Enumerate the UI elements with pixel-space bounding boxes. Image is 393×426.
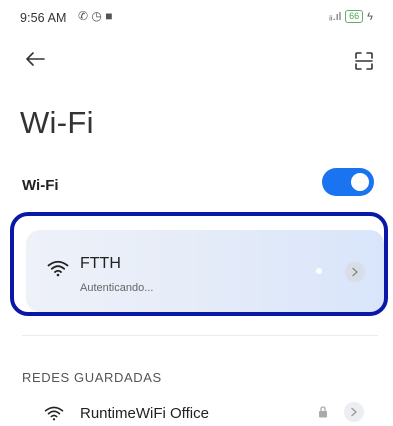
scan-qr-button[interactable] bbox=[351, 48, 377, 74]
wifi-toggle-label: Wi-Fi bbox=[22, 177, 59, 194]
status-bar: 9:56 AM ✆ ◷ ■ ᵢᵢ.ıl 66 ϟ bbox=[0, 0, 393, 34]
chevron-right-icon bbox=[351, 407, 357, 417]
page-title: Wi-Fi bbox=[20, 105, 94, 140]
signal-icon: ᵢᵢ.ıl bbox=[329, 10, 342, 23]
section-divider bbox=[22, 335, 378, 336]
toggle-knob bbox=[351, 173, 369, 191]
saved-network-name[interactable]: RuntimeWiFi Office bbox=[80, 405, 209, 422]
qr-scan-icon bbox=[355, 52, 373, 70]
wifi-toggle-switch[interactable] bbox=[322, 168, 374, 196]
highlight-box bbox=[10, 212, 388, 316]
saved-network-details-button[interactable] bbox=[344, 402, 364, 422]
lock-icon bbox=[318, 405, 328, 418]
battery-icon: 66 bbox=[345, 10, 364, 23]
notification-icons: ✆ ◷ ■ bbox=[78, 9, 113, 23]
wifi-signal-icon bbox=[44, 405, 64, 421]
back-button[interactable] bbox=[22, 46, 48, 72]
status-indicators: ᵢᵢ.ıl 66 ϟ bbox=[329, 10, 373, 23]
charging-icon: ϟ bbox=[367, 10, 373, 23]
saved-networks-header: REDES GUARDADAS bbox=[22, 370, 162, 385]
back-arrow-icon bbox=[26, 52, 45, 66]
status-time: 9:56 AM bbox=[20, 11, 67, 25]
